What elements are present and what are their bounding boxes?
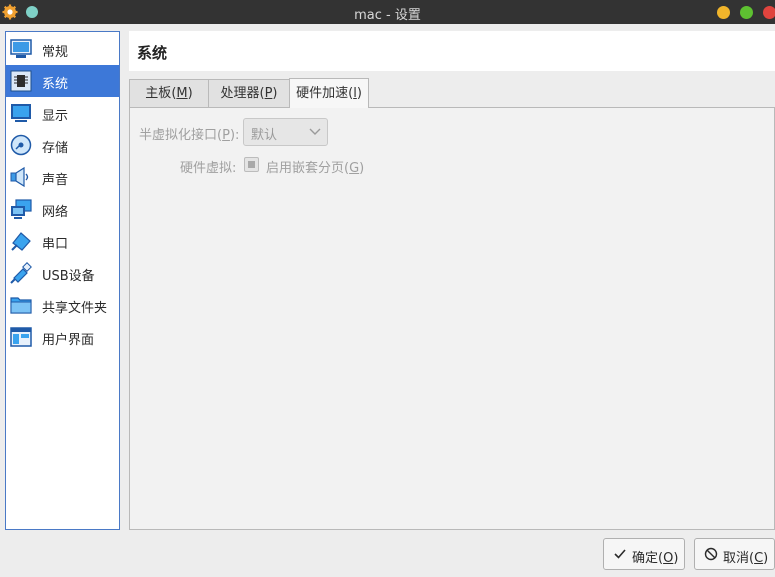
sidebar-item-label: 用户界面 bbox=[42, 333, 95, 348]
cancel-button[interactable]: 取消(C) bbox=[694, 538, 775, 570]
tab-mnemonic: l bbox=[353, 86, 357, 101]
speaker-icon bbox=[10, 166, 29, 188]
sidebar-item-user-interface[interactable]: 用户界面 bbox=[6, 321, 119, 353]
shared-folder-icon bbox=[10, 297, 32, 314]
nested-paging-label[interactable]: 启用嵌套分页(G) bbox=[266, 157, 364, 176]
tab-label: 硬件加速 bbox=[296, 86, 349, 101]
system-chip-icon bbox=[10, 70, 32, 92]
sidebar-item-label: 网络 bbox=[42, 205, 69, 220]
checkmark-icon bbox=[614, 549, 626, 559]
tab-label: 处理器 bbox=[220, 86, 260, 101]
sidebar-item-label: 共享文件夹 bbox=[42, 301, 108, 316]
sidebar-item-serial[interactable]: 串口 bbox=[6, 225, 119, 257]
sidebar-item-network[interactable]: 网络 bbox=[6, 193, 119, 225]
tab-mnemonic: P bbox=[264, 86, 273, 101]
sidebar-item-storage[interactable]: 存储 bbox=[6, 129, 119, 161]
tab-motherboard[interactable]: 主板(M) bbox=[129, 79, 209, 107]
cancel-label-text: 取消 bbox=[723, 551, 750, 566]
paravirt-selected-value: 默认 bbox=[251, 128, 278, 143]
title-bar: mac - 设置 bbox=[0, 0, 775, 24]
sidebar-item-display[interactable]: 显示 bbox=[6, 97, 119, 129]
sidebar-item-usb[interactable]: USB设备 bbox=[6, 257, 119, 289]
storage-disk-icon bbox=[10, 134, 32, 156]
tab-mnemonic: M bbox=[176, 86, 188, 101]
sidebar-item-audio[interactable]: 声音 bbox=[6, 161, 119, 193]
minimize-button[interactable] bbox=[717, 6, 730, 19]
nested-paging-checkbox[interactable] bbox=[244, 157, 259, 172]
page-header: 系统 bbox=[129, 31, 775, 71]
sidebar-item-system[interactable]: 系统 bbox=[6, 65, 119, 97]
display-monitor-icon bbox=[11, 104, 31, 122]
paravirt-label-text: 半虚拟化接口 bbox=[139, 128, 218, 143]
paravirt-interface-label: 半虚拟化接口(P): bbox=[139, 128, 240, 143]
ok-label-text: 确定 bbox=[632, 551, 659, 566]
sidebar-item-label: 系统 bbox=[42, 77, 69, 92]
close-button[interactable] bbox=[763, 6, 775, 19]
serial-port-icon bbox=[11, 232, 31, 251]
general-icon bbox=[10, 39, 32, 58]
sidebar-item-label: 声音 bbox=[42, 173, 69, 188]
sidebar-item-general[interactable]: 常规 bbox=[6, 33, 119, 65]
sidebar-item-label: 存储 bbox=[42, 141, 69, 156]
tab-label: 主板 bbox=[145, 86, 172, 101]
cancel-button-label: 取消(C) bbox=[723, 551, 769, 566]
nested-paging-text: 启用嵌套分页 bbox=[266, 161, 345, 176]
tab-acceleration[interactable]: 硬件加速(l) bbox=[289, 78, 369, 108]
cancel-icon bbox=[704, 547, 718, 561]
sidebar-item-label: USB设备 bbox=[42, 269, 95, 284]
user-interface-icon bbox=[10, 327, 32, 347]
sidebar-item-label: 串口 bbox=[42, 237, 69, 252]
sidebar-item-label: 常规 bbox=[42, 45, 69, 60]
window-title: mac - 设置 bbox=[354, 8, 421, 23]
network-icon bbox=[11, 199, 32, 219]
page-title: 系统 bbox=[137, 44, 168, 62]
chevron-down-icon bbox=[309, 128, 321, 135]
usb-icon bbox=[10, 262, 32, 284]
sidebar-item-shared-folders[interactable]: 共享文件夹 bbox=[6, 289, 119, 321]
nested-paging-mnemonic: G bbox=[349, 161, 360, 176]
ok-button-label: 确定(O) bbox=[632, 551, 679, 566]
sidebar-item-label: 显示 bbox=[42, 109, 69, 124]
ok-button[interactable]: 确定(O) bbox=[603, 538, 685, 570]
paravirt-mnemonic: P bbox=[222, 128, 230, 143]
maximize-button[interactable] bbox=[740, 6, 753, 19]
tab-processor[interactable]: 处理器(P) bbox=[208, 79, 290, 107]
hardware-virtualization-label: 硬件虚拟: bbox=[180, 161, 237, 176]
ok-mnemonic: O bbox=[663, 551, 674, 566]
settings-sidebar: 常规 系统 显示 存储 声音 网络 串口 USB设备 共享文件夹 用户界面 bbox=[5, 31, 120, 530]
cancel-mnemonic: C bbox=[754, 551, 764, 566]
paravirt-interface-select[interactable]: 默认 bbox=[243, 118, 328, 146]
